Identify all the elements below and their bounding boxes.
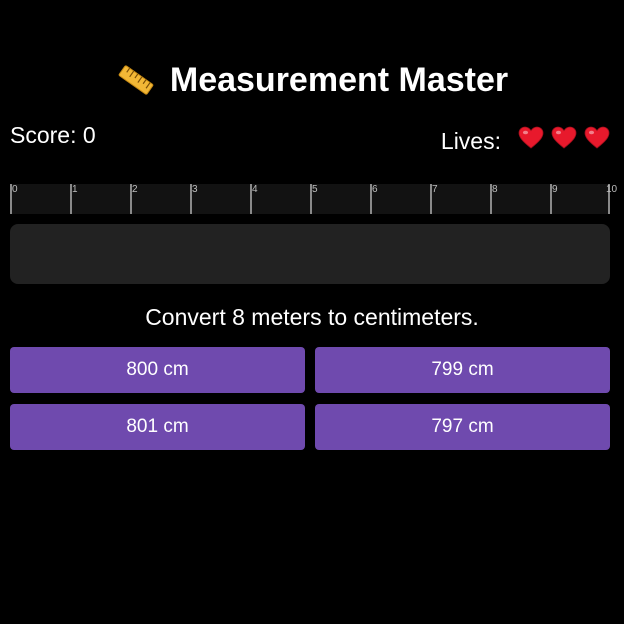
heart-icon: [551, 126, 577, 150]
lives-label: Lives:: [440, 127, 501, 154]
hearts-container: [511, 126, 610, 156]
score-display: Score: 0: [10, 122, 96, 148]
ruler-tick-label: 4: [252, 184, 258, 195]
answer-display-area: [10, 224, 610, 284]
ruler-tick-label: 5: [312, 184, 318, 195]
ruler-tick-label: 0: [12, 184, 18, 195]
question-text: Convert 8 meters to centimeters.: [145, 304, 479, 330]
ruler-tick-label: 6: [372, 184, 378, 195]
answer-options: 800 cm 799 cm 801 cm 797 cm: [10, 347, 610, 450]
heart-icon: [518, 126, 544, 150]
ruler-tick-label: 1: [72, 184, 78, 195]
ruler-tick-label: 3: [192, 184, 198, 195]
title-row: Measurement Master: [0, 58, 624, 102]
option-button[interactable]: 797 cm: [315, 404, 610, 450]
lives-display: Lives:: [441, 126, 610, 156]
ruler: 0 1 2 3 4 5 6 7 8 9 10: [10, 184, 617, 214]
option-button[interactable]: 799 cm: [315, 347, 610, 393]
ruler-tick-label: 8: [492, 184, 498, 195]
ruler-icon: [116, 60, 156, 100]
game-screen: Measurement Master Score: 0 Lives: 0 1 2 3 4…: [0, 0, 624, 624]
option-button[interactable]: 800 cm: [10, 347, 305, 393]
heart-icon: [584, 126, 610, 150]
ruler-tick-label: 10: [606, 184, 618, 195]
ruler-tick-label: 9: [552, 184, 558, 195]
ruler-tick-label: 7: [432, 184, 438, 195]
option-button[interactable]: 801 cm: [10, 404, 305, 450]
game-title: Measurement Master: [169, 60, 509, 99]
ruler-tick-label: 2: [132, 184, 138, 195]
